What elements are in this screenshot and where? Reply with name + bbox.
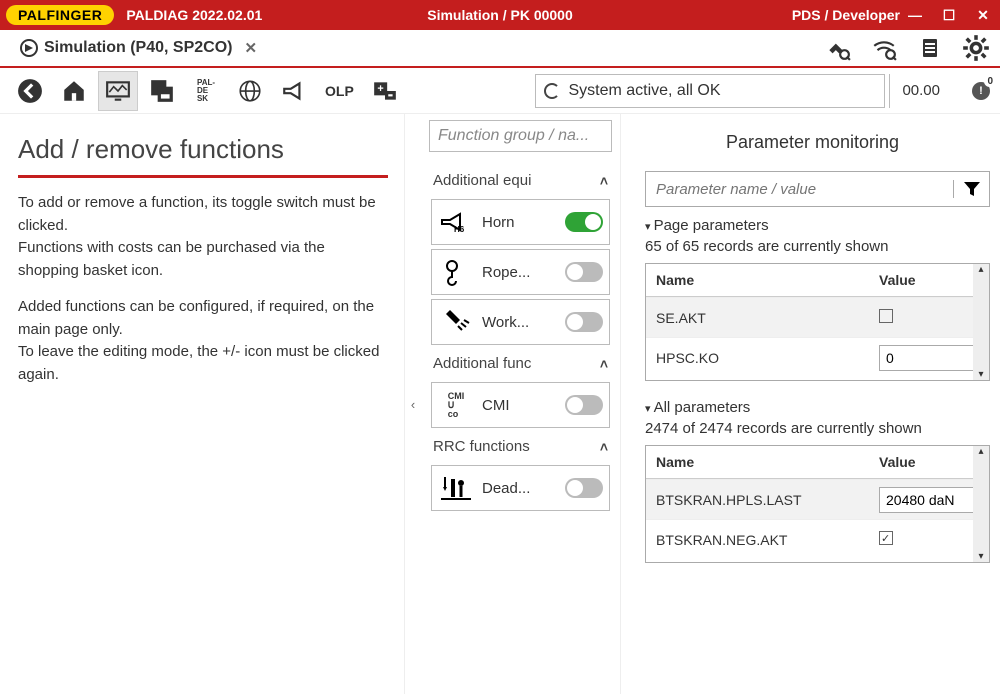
olp-button[interactable]: OLP bbox=[318, 71, 361, 111]
horn-icon: H6 bbox=[438, 210, 474, 234]
back-button[interactable] bbox=[10, 71, 50, 111]
checkbox[interactable] bbox=[879, 309, 893, 323]
all-parameters-header[interactable]: All parameters bbox=[645, 399, 990, 416]
group-rrc-functions[interactable]: RRC functions˄ bbox=[425, 432, 616, 461]
function-cmi[interactable]: CMIᑌᴄᴏ CMI bbox=[431, 382, 610, 428]
title-right: PDS / Developer bbox=[792, 7, 900, 23]
window-close-button[interactable]: ✕ bbox=[972, 7, 994, 24]
page-parameters-count: 65 of 65 records are currently shown bbox=[645, 238, 990, 255]
toggle-work[interactable] bbox=[565, 312, 603, 332]
page-parameters-table: Name Value SE.AKT HPSC.KO ▴▾ bbox=[645, 263, 990, 381]
plug-search-icon[interactable] bbox=[824, 34, 852, 62]
function-label: Dead... bbox=[482, 480, 557, 497]
toolbar: PAL-DESK OLP + System active, all OK 00.… bbox=[0, 68, 1000, 114]
column-name-header: Name bbox=[646, 446, 869, 478]
table-row[interactable]: SE.AKT bbox=[646, 297, 989, 337]
toggle-rope[interactable] bbox=[565, 262, 603, 282]
param-name: BTSKRAN.NEG.AKT bbox=[646, 532, 869, 548]
group-additional-equipment[interactable]: Additional equi˄ bbox=[425, 166, 616, 195]
chevron-up-icon: ˄ bbox=[600, 439, 608, 455]
spinner-icon bbox=[544, 83, 560, 99]
tab-strip: Simulation (P40, SP2CO) ✕ bbox=[0, 30, 1000, 68]
tab-simulation[interactable]: Simulation (P40, SP2CO) ✕ bbox=[10, 35, 267, 61]
worklight-icon bbox=[438, 308, 474, 336]
all-parameters-count: 2474 of 2474 records are currently shown bbox=[645, 420, 990, 437]
left-panel: Add / remove functions To add or remove … bbox=[0, 114, 405, 694]
cmi-icon: CMIᑌᴄᴏ bbox=[438, 392, 474, 419]
all-parameters-table: Name Value BTSKRAN.HPLS.LAST BTSKRAN.NEG… bbox=[645, 445, 990, 563]
svg-text:H6: H6 bbox=[454, 225, 465, 234]
checkbox[interactable] bbox=[879, 531, 893, 545]
play-icon bbox=[20, 39, 38, 57]
column-name-header: Name bbox=[646, 264, 869, 296]
table-row[interactable]: HPSC.KO bbox=[646, 337, 989, 377]
titlebar: PALFINGER PALDIAG 2022.02.01 Simulation … bbox=[0, 0, 1000, 30]
function-label: Work... bbox=[482, 314, 557, 331]
tab-tools bbox=[824, 34, 990, 62]
paldesk-button[interactable]: PAL-DESK bbox=[186, 71, 226, 111]
deadman-icon bbox=[438, 475, 474, 501]
window-maximize-button[interactable]: ☐ bbox=[938, 7, 960, 24]
home-button[interactable] bbox=[54, 71, 94, 111]
brand-pill: PALFINGER bbox=[6, 5, 114, 25]
error-badge-icon[interactable]: ! 0 bbox=[972, 82, 990, 100]
scrollbar[interactable]: ▴▾ bbox=[973, 264, 989, 380]
parameter-search-input[interactable] bbox=[646, 181, 953, 198]
status-number: 00.00 bbox=[889, 74, 952, 108]
table-row[interactable]: BTSKRAN.HPLS.LAST bbox=[646, 479, 989, 519]
value-input[interactable] bbox=[879, 345, 979, 371]
collapse-left-handle[interactable]: ‹ bbox=[405, 114, 421, 694]
wifi-search-icon[interactable] bbox=[870, 34, 898, 62]
group-additional-functions[interactable]: Additional func˄ bbox=[425, 349, 616, 378]
column-value-header: Value bbox=[869, 264, 989, 296]
function-work[interactable]: Work... bbox=[431, 299, 610, 345]
scrollbar[interactable]: ▴▾ bbox=[973, 446, 989, 562]
param-name: HPSC.KO bbox=[646, 350, 869, 366]
save-disk-button[interactable] bbox=[142, 71, 182, 111]
app-name: PALDIAG 2022.02.01 bbox=[126, 7, 262, 23]
column-value-header: Value bbox=[869, 446, 989, 478]
page-parameters-header[interactable]: Page parameters bbox=[645, 217, 990, 234]
param-panel-title: Parameter monitoring bbox=[635, 132, 990, 153]
parameter-search[interactable] bbox=[645, 171, 990, 207]
add-remove-button[interactable]: + bbox=[365, 71, 405, 111]
tab-label: Simulation (P40, SP2CO) bbox=[44, 39, 232, 57]
chevron-up-icon: ˄ bbox=[600, 356, 608, 372]
window-minimize-button[interactable]: — bbox=[904, 7, 926, 23]
function-deadman[interactable]: Dead... bbox=[431, 465, 610, 511]
function-list-panel: Function group / na... Additional equi˄ … bbox=[421, 114, 621, 694]
globe-button[interactable] bbox=[230, 71, 270, 111]
param-name: BTSKRAN.HPLS.LAST bbox=[646, 492, 869, 508]
title-underline bbox=[18, 175, 388, 178]
svg-text:+: + bbox=[377, 83, 383, 95]
parameter-panel: Parameter monitoring Page parameters 65 … bbox=[621, 114, 1000, 694]
function-horn[interactable]: H6 Horn bbox=[431, 199, 610, 245]
toggle-cmi[interactable] bbox=[565, 395, 603, 415]
help-text-1: To add or remove a function, its toggle … bbox=[18, 192, 386, 282]
monitor-screen-button[interactable] bbox=[98, 71, 138, 111]
function-label: Horn bbox=[482, 214, 557, 231]
clipboard-icon[interactable] bbox=[916, 34, 944, 62]
toggle-deadman[interactable] bbox=[565, 478, 603, 498]
help-text-2: Added functions can be configured, if re… bbox=[18, 296, 386, 386]
value-input[interactable] bbox=[879, 487, 979, 513]
horn-tool-button[interactable] bbox=[274, 71, 314, 111]
function-group-search[interactable]: Function group / na... bbox=[429, 120, 612, 152]
table-row[interactable]: BTSKRAN.NEG.AKT bbox=[646, 519, 989, 559]
function-rope[interactable]: Rope... bbox=[431, 249, 610, 295]
page-title: Add / remove functions bbox=[18, 134, 386, 165]
function-label: CMI bbox=[482, 397, 557, 414]
filter-icon[interactable] bbox=[953, 180, 989, 198]
rope-winch-icon bbox=[438, 258, 474, 286]
status-text: System active, all OK bbox=[568, 82, 720, 100]
tab-close-icon[interactable]: ✕ bbox=[244, 39, 257, 57]
function-label: Rope... bbox=[482, 264, 557, 281]
main-area: Add / remove functions To add or remove … bbox=[0, 114, 1000, 694]
status-box: System active, all OK bbox=[535, 74, 885, 108]
toggle-horn[interactable] bbox=[565, 212, 603, 232]
param-name: SE.AKT bbox=[646, 310, 869, 326]
chevron-up-icon: ˄ bbox=[600, 173, 608, 189]
gear-icon[interactable] bbox=[962, 34, 990, 62]
